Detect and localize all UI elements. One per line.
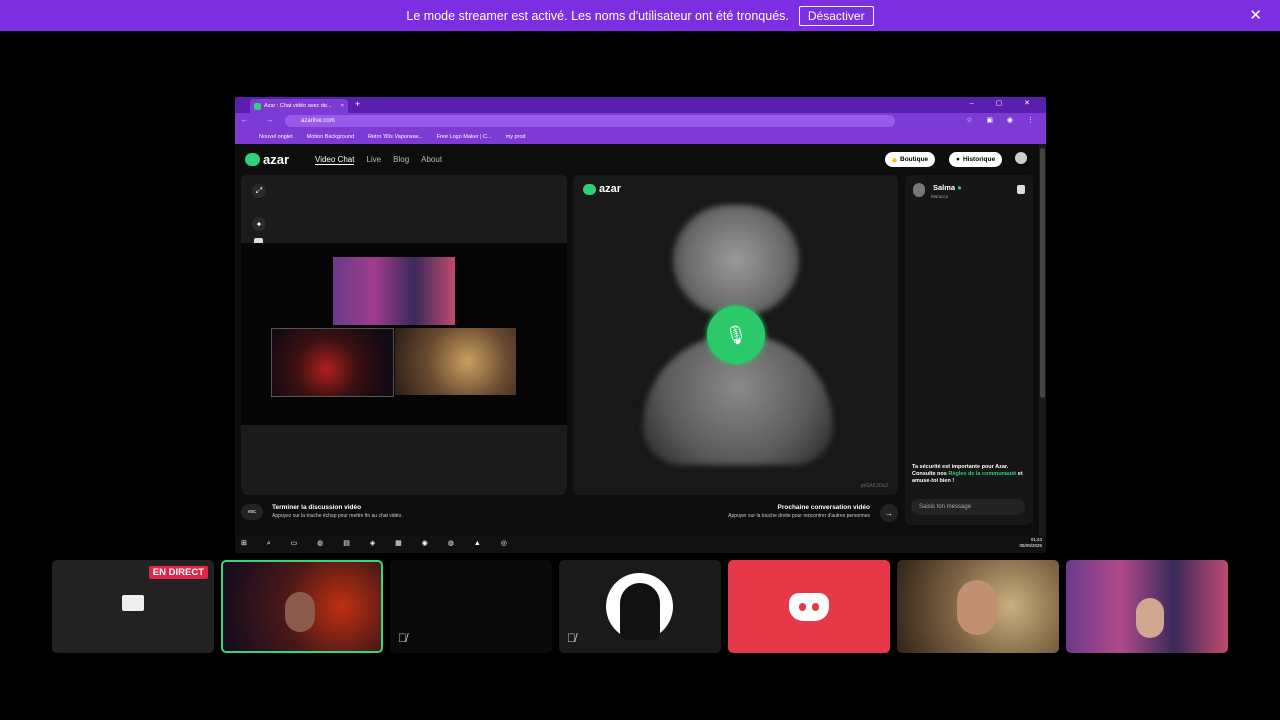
muted-mic-icon: 🎙̸ <box>567 631 576 645</box>
next-chat-title: Prochaine conversation vidéo <box>777 504 870 511</box>
site-nav: Video Chat Live Blog About <box>315 155 454 165</box>
participant-tile-discord[interactable] <box>728 560 890 653</box>
windows-taskbar: ⊞ ⌕ ▭ ◍ ▤ ◈ ▦ ◉ ◍ ▲ ◎ 01:43 05/09/2025 <box>235 536 1046 553</box>
cam-feed-right <box>395 328 516 395</box>
bookmark-item[interactable]: Retro '80s Vaporwav... <box>368 134 423 140</box>
video-id: pkSAK3Da3 <box>860 483 888 489</box>
browser-tab-bar: Azar : Chat vidéo avec de... × + – ▢ ✕ <box>235 97 1046 113</box>
logo-text: azar <box>599 183 622 195</box>
gem-icon: ◆ <box>892 156 897 164</box>
participant-tile-live[interactable]: EN DIRECT <box>52 560 214 653</box>
partner-name[interactable]: Salma ● <box>915 183 962 192</box>
chat-message-input[interactable]: Saisis ton message <box>911 499 1025 515</box>
participant-avatar <box>606 573 673 640</box>
self-camera-feed <box>241 243 567 425</box>
banner-message: Le mode streamer est activé. Les noms d'… <box>406 8 789 23</box>
clock-date: 05/09/2025 <box>1019 543 1042 548</box>
new-tab-button[interactable]: + <box>355 99 360 109</box>
user-profile-icon[interactable] <box>1015 152 1027 164</box>
participant-video <box>1136 598 1164 638</box>
deactivate-button[interactable]: Désactiver <box>798 5 874 26</box>
streamer-mode-banner: Le mode streamer est activé. Les noms d'… <box>0 0 1280 31</box>
bookmark-item[interactable]: Nouvel onglet <box>259 134 293 140</box>
esc-key-button[interactable]: esc <box>241 504 263 520</box>
logo-text: azar <box>263 152 290 167</box>
partner-video-pane: azar 🎙 pkSAK3Da3 <box>573 175 898 495</box>
chat-panel: Salma ● Morocco Ta sécurité est importan… <box>905 175 1033 525</box>
nav-live[interactable]: Live <box>366 155 381 165</box>
discord-logo-icon <box>789 592 829 621</box>
partner-azar-logo: azar <box>583 183 621 195</box>
shop-label: Boutique <box>900 156 929 163</box>
end-chat-title: Terminer la discussion vidéo <box>272 504 362 511</box>
extension-icons[interactable]: ☆ ▣ ◉ ⋮ <box>966 116 1040 124</box>
logo-bubble-icon <box>583 183 596 195</box>
history-button[interactable]: ● Historique <box>949 152 1003 167</box>
page-scrollbar[interactable] <box>1039 144 1046 536</box>
partner-country: Morocco <box>931 194 949 199</box>
close-icon[interactable]: ✕ <box>1249 6 1262 24</box>
bookmark-item[interactable]: my prod <box>506 134 526 140</box>
next-arrow-button[interactable]: → <box>880 504 898 522</box>
participant-tile-avatar[interactable]: 🎙̸ <box>559 560 721 653</box>
history-label: Historique <box>962 156 996 163</box>
azar-favicon-icon <box>254 102 261 110</box>
participant-video <box>285 592 315 632</box>
cam-feed-left <box>271 328 394 397</box>
url-field[interactable]: azarlive.com <box>285 115 895 127</box>
end-chat-subtitle: Appuyez sur la touche échap pour mettre … <box>272 513 403 519</box>
online-icon: ● <box>957 183 962 192</box>
participant-tile-active-speaker[interactable] <box>221 560 383 653</box>
placeholder-head <box>673 205 799 315</box>
shared-screen-window: Azar : Chat vidéo avec de... × + – ▢ ✕ ←… <box>235 97 1046 553</box>
logo-bubble-icon <box>245 153 260 166</box>
microphone-icon: 🎙 <box>707 306 765 364</box>
window-controls[interactable]: – ▢ ✕ <box>970 99 1040 107</box>
next-chat-subtitle: Appuyer sur la touche droite pour rencon… <box>728 513 870 519</box>
screen-share-icon <box>122 595 144 611</box>
participant-video <box>957 580 997 635</box>
azar-site: azar Video Chat Live Blog About ◆ Boutiq… <box>235 144 1039 536</box>
self-video-pane: ⤢ ✦ <box>241 175 567 495</box>
report-shield-icon[interactable] <box>1017 185 1025 194</box>
nav-video-chat[interactable]: Video Chat <box>315 155 355 165</box>
participant-tile-camera-2[interactable] <box>1066 560 1228 653</box>
participant-tile-camera[interactable] <box>897 560 1059 653</box>
tab-close-icon[interactable]: × <box>341 103 344 109</box>
silhouette-icon <box>620 583 660 640</box>
tab-title: Azar : Chat vidéo avec de... <box>264 103 332 109</box>
taskbar-icons[interactable]: ⊞ ⌕ ▭ ◍ ▤ ◈ ▦ ◉ ◍ ▲ ◎ <box>241 539 516 548</box>
azar-logo[interactable]: azar <box>245 152 289 167</box>
scrollbar-thumb[interactable] <box>1040 148 1045 398</box>
safety-notice: Ta sécurité est importante pour Azar. Co… <box>912 464 1027 485</box>
address-bar-row: ← → ↻ azarlive.com ☆ ▣ ◉ ⋮ <box>235 113 1046 129</box>
stream-preview <box>333 257 455 325</box>
participant-tile-muted[interactable]: 🎙̸ <box>390 560 552 653</box>
clock-icon: ● <box>956 156 960 163</box>
taskbar-clock: 01:43 05/09/2025 <box>1019 537 1042 549</box>
live-badge: EN DIRECT <box>148 566 208 579</box>
browser-tab[interactable]: Azar : Chat vidéo avec de... × <box>250 99 348 113</box>
nav-blog[interactable]: Blog <box>393 155 409 165</box>
muted-mic-icon: 🎙̸ <box>398 631 407 645</box>
bookmark-item[interactable]: Free Logo Maker | C... <box>437 134 492 140</box>
effects-icon[interactable]: ✦ <box>252 217 266 231</box>
expand-icon[interactable]: ⤢ <box>252 184 266 198</box>
community-rules-link[interactable]: Règles de la communauté <box>948 471 1016 477</box>
bookmarks-bar: Nouvel onglet Motion Background Retro '8… <box>235 129 1046 144</box>
partner-name-text: Salma <box>933 183 956 192</box>
nav-about[interactable]: About <box>421 155 442 165</box>
shop-button[interactable]: ◆ Boutique <box>885 152 936 167</box>
bookmark-item[interactable]: Motion Background <box>307 134 354 140</box>
